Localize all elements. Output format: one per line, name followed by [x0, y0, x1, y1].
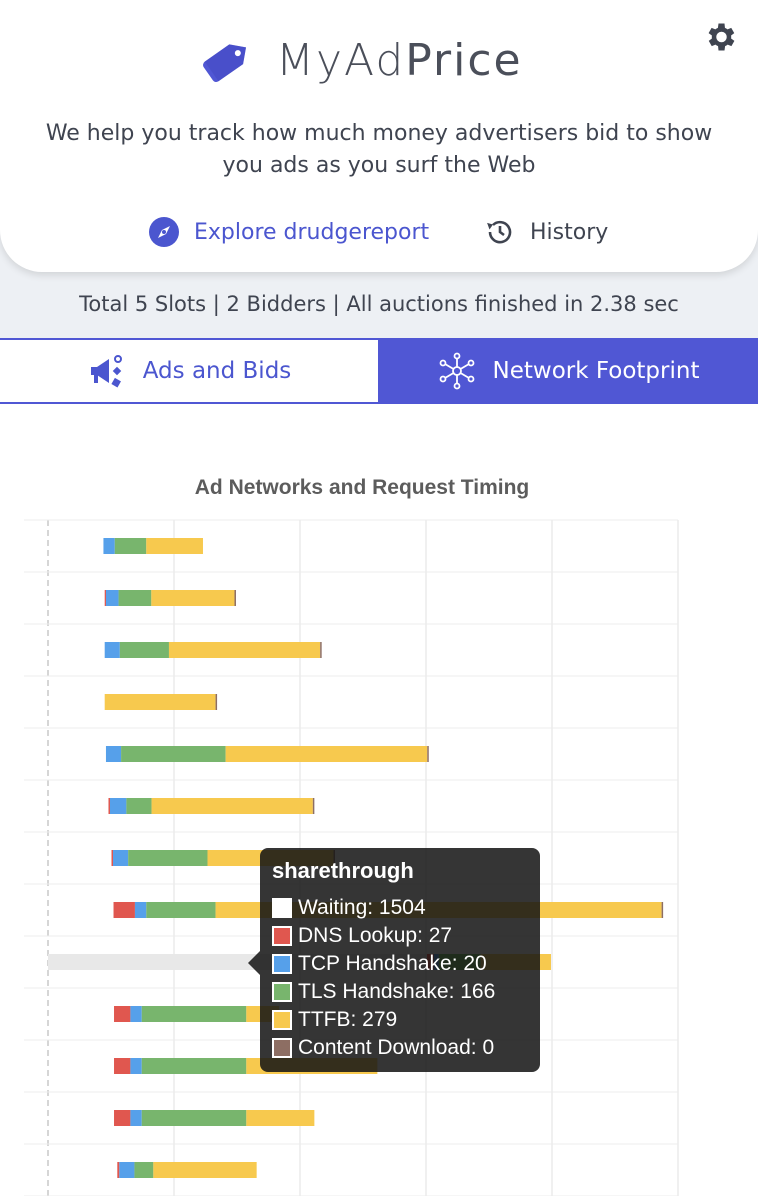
bar-segment-tls — [114, 538, 147, 554]
tooltip-swatch — [272, 926, 292, 946]
tooltip-swatch — [272, 954, 292, 974]
bar-segment-tcp — [103, 538, 115, 554]
timing-chart-svg — [24, 519, 679, 1196]
network-icon — [439, 352, 474, 390]
gear-icon[interactable] — [702, 19, 738, 55]
megaphone-icon — [90, 355, 122, 388]
tooltip-label: TLS Handshake: 166 — [298, 980, 496, 1003]
tooltip-arrow — [248, 951, 260, 975]
bar-segment-dns — [114, 1110, 131, 1126]
bar-segment-tls — [118, 590, 152, 606]
bar-segment-download — [234, 590, 236, 606]
tooltip-row: TTFB: 279 — [272, 1006, 397, 1034]
history-label: History — [530, 219, 609, 245]
bar-segment-tcp — [109, 798, 127, 814]
header-card: MyAdPrice We help you track how much mon… — [0, 0, 758, 272]
bar-segment-tls — [119, 642, 169, 658]
tab-ads-label: Ads and Bids — [142, 358, 292, 384]
bar-segment-dns — [114, 1058, 131, 1074]
bar-segment-tcp — [134, 902, 147, 918]
history-icon — [487, 220, 512, 244]
tooltip-label: TTFB: 279 — [298, 1008, 398, 1031]
bar-segment-tls — [141, 1006, 247, 1022]
tooltip-label: Content Download: 0 — [298, 1036, 495, 1059]
bar-segment-download — [215, 694, 218, 710]
history-link[interactable]: History — [484, 212, 608, 252]
bar-segment-ttfb — [168, 642, 321, 658]
tagline: We help you track how much money adverti… — [45, 121, 713, 178]
explore-label: Explore drudgereport — [194, 219, 430, 245]
bar-segment-tls — [141, 1058, 247, 1074]
bar-segment-dns — [114, 1006, 131, 1022]
tooltip-swatch — [272, 898, 292, 918]
brand-light: MyAd — [276, 34, 406, 86]
bar-segment-tcp — [113, 850, 129, 866]
tooltip-label: Waiting: 1504 — [298, 896, 426, 919]
price-tag-icon — [203, 44, 247, 82]
bar-segment-tcp — [119, 1162, 135, 1178]
bar-segment-tls — [126, 798, 152, 814]
tooltip-swatch — [272, 1038, 292, 1058]
bar-segment-download — [427, 746, 429, 762]
bar-segment-ttfb — [153, 1162, 257, 1178]
bar-segment-tcp — [130, 1058, 142, 1074]
explore-link[interactable]: Explore drudgereport — [148, 212, 429, 252]
bar-segment-ttfb — [151, 798, 313, 814]
tooltip-row: TLS Handshake: 166 — [272, 978, 495, 1006]
bar-tooltip: sharethrough Waiting: 1504 DNS Lookup: 2… — [248, 848, 540, 1072]
tooltip-row: Waiting: 1504 — [272, 894, 426, 922]
bar-segment-ttfb — [225, 746, 428, 762]
bar-segment-tcp — [105, 746, 122, 762]
tooltip-swatch — [272, 982, 292, 1002]
bar-segment-tls — [146, 902, 216, 918]
bar-segment-dns — [117, 1162, 120, 1178]
bar-segment-download — [661, 902, 664, 918]
bar-segment-download — [320, 642, 322, 658]
brand-name: MyAdPrice — [276, 35, 523, 86]
tab-ads-and-bids[interactable]: Ads and Bids — [0, 338, 378, 404]
timing-chart: Ad Networks and Request Timing — [0, 404, 758, 1196]
tab-network-label: Network Footprint — [492, 358, 700, 384]
bar-segment-tls — [128, 850, 208, 866]
bar-segment-tls — [134, 1162, 154, 1178]
bar-segment-tcp — [130, 1006, 142, 1022]
tooltip-row: TCP Handshake: 20 — [272, 950, 487, 978]
bar-segment-download — [312, 798, 315, 814]
tooltip-row: Content Download: 0 — [272, 1034, 494, 1062]
bar-segment-ttfb — [146, 538, 203, 554]
bar-segment-tls — [121, 746, 226, 762]
bar-segment-ttfb — [104, 694, 216, 710]
bar-segment-dns — [113, 902, 135, 918]
bar-segment-tcp — [105, 590, 119, 606]
tab-bar: Ads and Bids Network Footprint — [0, 338, 758, 404]
brand-bold: Price — [405, 34, 523, 86]
tooltip-title: sharethrough — [272, 858, 414, 883]
bar-segment-dns — [108, 798, 110, 814]
bar-segment-dns — [111, 850, 114, 866]
compass-icon — [149, 217, 179, 247]
bar-segment-ttfb — [151, 590, 235, 606]
bar-segment-tcp — [130, 1110, 142, 1126]
tooltip-swatch — [272, 1010, 292, 1030]
bar-segment-tcp — [104, 642, 120, 658]
auction-summary: Total 5 Slots | 2 Bidders | All auctions… — [79, 292, 679, 316]
tooltip-row: DNS Lookup: 27 — [272, 922, 452, 950]
bar-segment-ttfb — [246, 1110, 315, 1126]
tooltip-label: TCP Handshake: 20 — [298, 952, 487, 975]
tab-network-footprint[interactable]: Network Footprint — [378, 338, 758, 404]
bar-segment-tls — [141, 1110, 247, 1126]
tooltip-label: DNS Lookup: 27 — [298, 924, 453, 947]
logo: MyAdPrice — [200, 28, 523, 92]
